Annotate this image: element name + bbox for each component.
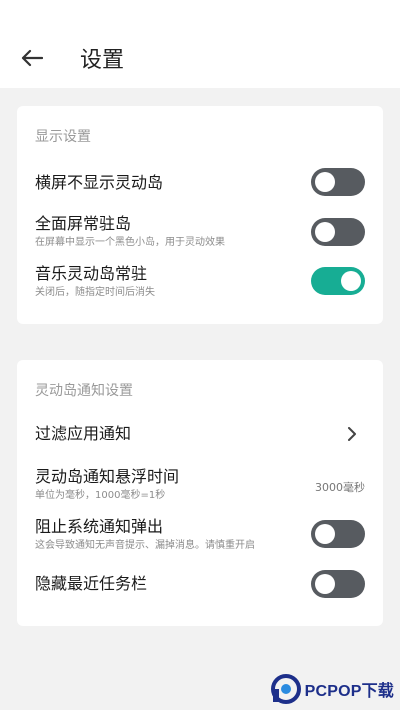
arrow-left-icon <box>21 49 43 67</box>
setting-row-hide-recent[interactable]: 隐藏最近任务栏 <box>35 570 365 600</box>
notification-settings-card: 灵动岛通知设置 过滤应用通知 灵动岛通知悬浮时间 单位为毫秒，1000毫秒=1秒… <box>17 360 383 626</box>
top-app-bar: 设置 <box>0 0 400 88</box>
display-settings-card: 显示设置 横屏不显示灵动岛 全面屏常驻岛 在屏幕中显示一个黑色小岛，用于灵动效果… <box>17 106 383 324</box>
toggle-hide-recent[interactable] <box>311 570 365 598</box>
chevron-right-icon <box>345 424 359 444</box>
toggle-knob <box>315 524 335 544</box>
back-button[interactable] <box>18 46 46 70</box>
section-title-display: 显示设置 <box>35 129 91 145</box>
toggle-block-system[interactable] <box>311 520 365 548</box>
toggle-knob <box>341 271 361 291</box>
float-time-value: 3000毫秒 <box>315 481 365 494</box>
setting-row-landscape-hide[interactable]: 横屏不显示灵动岛 <box>35 168 365 198</box>
setting-row-float-time[interactable]: 灵动岛通知悬浮时间 单位为毫秒，1000毫秒=1秒 3000毫秒 <box>35 467 365 503</box>
toggle-landscape-hide[interactable] <box>311 168 365 196</box>
toggle-knob <box>315 574 335 594</box>
toggle-music-island[interactable] <box>311 267 365 295</box>
toggle-knob <box>315 172 335 192</box>
setting-label: 过滤应用通知 <box>35 424 132 443</box>
toggle-knob <box>315 222 335 242</box>
setting-row-music-island[interactable]: 音乐灵动岛常驻 关闭后，随指定时间后消失 <box>35 264 365 300</box>
watermark-text: PCPOP下载 <box>304 683 394 700</box>
setting-row-fullscreen-island[interactable]: 全面屏常驻岛 在屏幕中显示一个黑色小岛，用于灵动效果 <box>35 214 365 250</box>
watermark-logo: PCPOP下载 <box>270 672 394 706</box>
toggle-fullscreen-island[interactable] <box>311 218 365 246</box>
setting-row-block-system[interactable]: 阻止系统通知弹出 这会导致通知无声音提示、漏掉消息。请慎重开启 <box>35 517 365 553</box>
setting-row-filter-apps[interactable]: 过滤应用通知 <box>35 424 365 448</box>
pcpop-logo-icon <box>270 674 301 704</box>
section-title-notify: 灵动岛通知设置 <box>35 383 133 399</box>
page-title: 设置 <box>80 48 125 73</box>
